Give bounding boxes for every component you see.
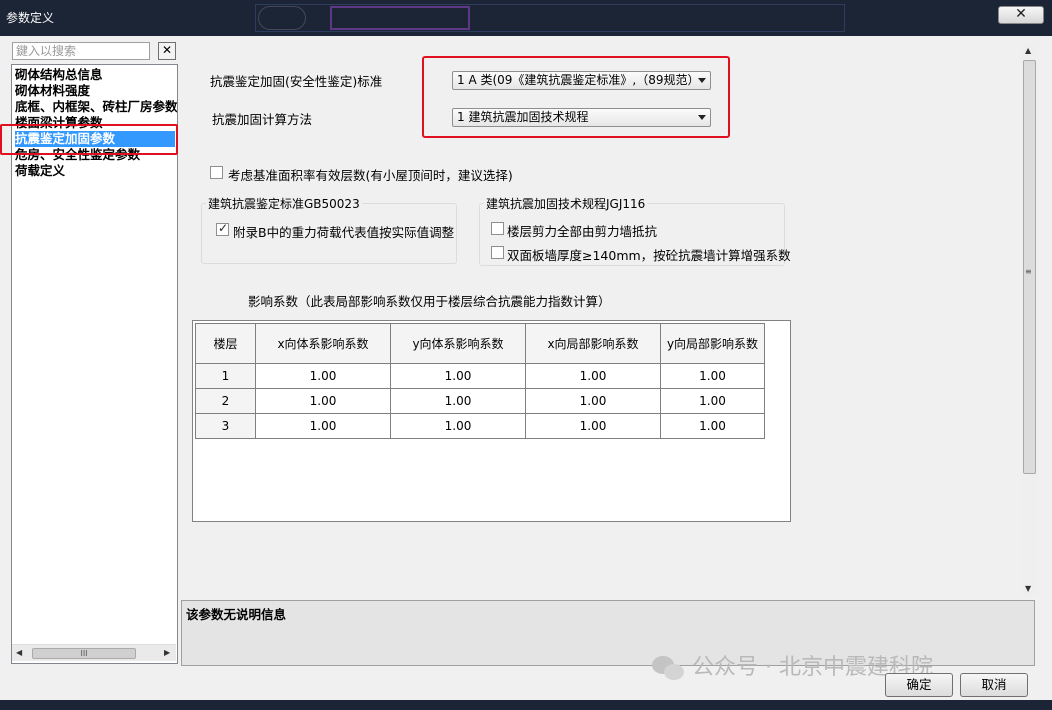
vertical-scrollbar[interactable]: ▲ ≡ ▼ xyxy=(1022,42,1038,596)
table-cell[interactable]: 1.00 xyxy=(390,388,526,414)
shear-wall-label: 楼层剪力全部由剪力墙抵抗 xyxy=(507,224,658,239)
table-cell[interactable]: 1.00 xyxy=(390,363,526,389)
table-row: 1 1.00 1.00 1.00 1.00 xyxy=(195,363,765,389)
table-cell[interactable]: 1.00 xyxy=(660,388,765,414)
gb50023-group-title: 建筑抗震鉴定标准GB50023 xyxy=(206,195,362,212)
table-cell[interactable]: 1.00 xyxy=(390,413,526,439)
close-button[interactable]: ✕ xyxy=(998,6,1044,24)
tree-item-masonry-general[interactable]: 砌体结构总信息 xyxy=(15,67,177,83)
gravity-adjust-checkbox[interactable] xyxy=(216,221,229,236)
tree-item-material-strength[interactable]: 砌体材料强度 xyxy=(15,83,177,99)
table-cell[interactable]: 1.00 xyxy=(525,413,661,439)
column-header: y向体系影响系数 xyxy=(390,323,526,364)
jgj116-group-title: 建筑抗震加固技术规程JGJ116 xyxy=(484,195,648,212)
table-cell[interactable]: 1.00 xyxy=(660,413,765,439)
row-header: 2 xyxy=(195,388,256,414)
double-panel-label: 双面板墙厚度≥140mm，按砼抗震墙计算增强系数 xyxy=(507,248,791,263)
shear-wall-checkbox[interactable] xyxy=(491,222,504,235)
table-cell[interactable]: 1.00 xyxy=(255,388,391,414)
coef-table: 楼层 x向体系影响系数 y向体系影响系数 x向局部影响系数 y向局部影响系数 1… xyxy=(195,323,765,439)
row-header: 3 xyxy=(195,413,256,439)
clear-search-button[interactable]: ✕ xyxy=(158,42,176,60)
wechat-icon xyxy=(652,654,686,682)
highlight-box xyxy=(422,56,730,138)
table-cell[interactable]: 1.00 xyxy=(660,363,765,389)
tree-item-frame-params[interactable]: 底框、内框架、砖柱厂房参数 xyxy=(15,99,177,115)
gravity-adjust-label: 附录B中的重力荷载代表值按实际值调整 xyxy=(233,225,455,240)
tree-item-load-definition[interactable]: 荷载定义 xyxy=(15,163,177,179)
ok-button[interactable]: 确定 xyxy=(885,673,953,697)
search-input[interactable]: 鍵入以搜索 xyxy=(12,42,150,60)
scroll-down-icon[interactable]: ▼ xyxy=(1025,584,1031,593)
row-header: 1 xyxy=(195,363,256,389)
background-window-frame xyxy=(258,6,306,30)
scroll-thumb[interactable]: III xyxy=(32,648,136,659)
table-cell[interactable]: 1.00 xyxy=(255,363,391,389)
window-title: 参数定义 xyxy=(6,11,55,25)
table-row: 2 1.00 1.00 1.00 1.00 xyxy=(195,388,765,414)
highlight-box xyxy=(0,124,178,155)
parameter-dialog: 鍵入以搜索 ✕ 砌体结构总信息 砌体材料强度 底框、内框架、砖柱厂房参数 楼面梁… xyxy=(0,36,1052,710)
consider-area-label: 考虑基准面积率有效层数(有小屋顶间时，建议选择) xyxy=(228,168,513,183)
title-bar: 参数定义 ✕ xyxy=(0,0,1052,36)
scroll-left-icon[interactable]: ◀ xyxy=(16,648,22,657)
background-strip xyxy=(0,700,1052,710)
double-panel-checkbox[interactable] xyxy=(491,246,504,259)
table-row: 3 1.00 1.00 1.00 1.00 xyxy=(195,413,765,439)
method-label: 抗震加固计算方法 xyxy=(212,112,313,127)
cancel-button[interactable]: 取消 xyxy=(960,673,1028,697)
scroll-right-icon[interactable]: ▶ xyxy=(164,648,170,657)
coef-table-container: 楼层 x向体系影响系数 y向体系影响系数 x向局部影响系数 y向局部影响系数 1… xyxy=(192,320,791,522)
coef-table-title: 影响系数（此表局部影响系数仅用于楼层综合抗震能力指数计算） xyxy=(248,294,611,309)
table-cell[interactable]: 1.00 xyxy=(255,413,391,439)
column-header: 楼层 xyxy=(195,323,256,364)
table-cell[interactable]: 1.00 xyxy=(525,363,661,389)
scroll-grip-icon: ≡ xyxy=(1025,267,1032,276)
column-header: x向局部影响系数 xyxy=(525,323,661,364)
column-header: y向局部影响系数 xyxy=(660,323,765,364)
table-header-row: 楼层 x向体系影响系数 y向体系影响系数 x向局部影响系数 y向局部影响系数 xyxy=(195,323,765,364)
table-cell[interactable]: 1.00 xyxy=(525,388,661,414)
scroll-up-icon[interactable]: ▲ xyxy=(1025,46,1031,55)
background-window-frame xyxy=(330,6,470,30)
standard-label: 抗震鉴定加固(安全性鉴定)标准 xyxy=(210,74,383,89)
column-header: x向体系影响系数 xyxy=(255,323,391,364)
horizontal-scrollbar[interactable]: ◀ III ▶ xyxy=(12,644,176,661)
consider-area-checkbox[interactable] xyxy=(210,166,223,179)
